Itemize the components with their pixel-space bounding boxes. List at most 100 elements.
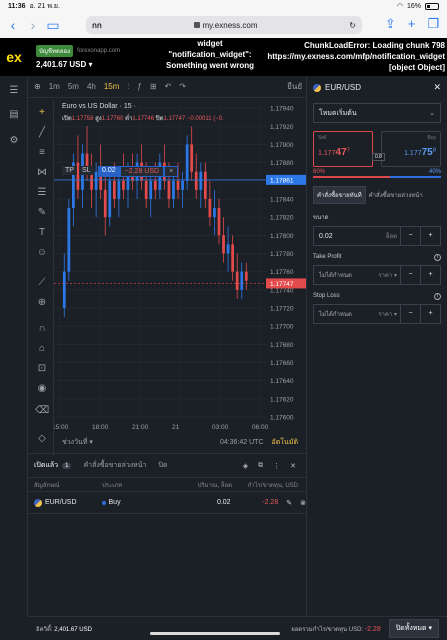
magnet-icon[interactable]: ∩ [35, 322, 49, 336]
x-tick-label: 21:00 [132, 424, 149, 431]
crosshair-icon[interactable]: + [35, 106, 49, 120]
new-tab-icon[interactable]: + [408, 16, 416, 32]
candle [112, 180, 116, 199]
volume-input[interactable]: 0.02 [314, 233, 383, 240]
equity-label: อิควิตี้: [36, 626, 53, 633]
candle [117, 180, 121, 199]
info-icon[interactable]: i [434, 293, 441, 300]
info-icon[interactable]: i [434, 254, 441, 261]
candle [213, 208, 216, 218]
y-tick-label: 1.17660 [270, 360, 294, 367]
date-range-button[interactable]: ช่วงวันที่ ▾ [62, 437, 93, 448]
close-icon[interactable]: ✕ [290, 462, 296, 470]
close-all-button[interactable]: ปิดทั้งหมด ▾ [388, 619, 439, 638]
tab-open-positions[interactable]: เปิดแล้ว 1 [34, 460, 72, 471]
chart-type-icon[interactable]: ⫶ [127, 82, 129, 92]
address-bar[interactable]: กก my.exness.com ↻ [86, 16, 362, 34]
reader-aa-button[interactable]: กก [92, 19, 102, 32]
bookmarks-icon[interactable]: ▭ [46, 17, 60, 34]
account-selector[interactable]: บัญชีทดลอง forexonapp.com 2,401.67 USD ▾ [36, 45, 120, 69]
sell-price-fraction: 7 [346, 147, 350, 154]
auto-scale-button[interactable]: อัตโนมัติ [272, 437, 298, 448]
buy-label: Buy [427, 135, 436, 141]
sell-price-prefix: 1.177 [318, 150, 336, 157]
tf-5m[interactable]: 5m [68, 82, 79, 91]
tp-decrease-button[interactable]: − [400, 266, 420, 284]
sl-button[interactable]: SL [78, 166, 94, 175]
lock-icon [193, 22, 200, 28]
chevron-down-icon: ▾ [88, 60, 93, 69]
fib-icon[interactable]: ☰ [35, 186, 49, 200]
add-indicator-icon[interactable]: ⊕ [34, 82, 41, 91]
horizontal-lines-icon[interactable]: ≡ [35, 146, 49, 160]
visibility-icon[interactable]: ◈ [243, 462, 248, 470]
ruler-icon[interactable]: ⟋ [35, 276, 49, 290]
tf-4h[interactable]: 4h [87, 82, 96, 91]
brush-icon[interactable]: ✎ [35, 206, 49, 220]
back-icon[interactable]: ‹ [6, 17, 20, 33]
forward-icon[interactable]: › [26, 17, 40, 33]
redo-icon[interactable]: ↷ [179, 82, 186, 91]
layers-icon[interactable]: ⧉ [258, 462, 263, 470]
tab-pending-orders[interactable]: คำสั่งซื้อขายล่วงหน้า [83, 460, 146, 471]
lock-drawings-icon[interactable]: ⌂ [35, 342, 49, 356]
tp-increase-button[interactable]: + [420, 266, 440, 284]
tabs-icon[interactable]: ❐ [427, 16, 439, 32]
table-row[interactable]: EUR/USD Buy 0.02 -2.28 ✎ ⊗ [28, 492, 306, 514]
stop-loss-unit[interactable]: ราคา ▾ [375, 309, 400, 319]
volume-decrease-button[interactable]: − [400, 227, 420, 245]
close-icon[interactable]: ✕ [433, 82, 441, 93]
position-line-label[interactable]: 0.02 −2.28 USD × [98, 166, 179, 177]
reload-icon[interactable]: ↻ [349, 21, 356, 30]
order-mode-select[interactable]: โหมดเริ่มต้น ⌄ [313, 103, 441, 123]
layout-icon[interactable]: ⊞ [150, 82, 157, 91]
candle [235, 271, 239, 290]
demo-badge: บัญชีทดลอง [36, 45, 74, 57]
y-tick-label: 1.17700 [270, 324, 294, 331]
chart-title: Euro vs US Dollar · 15 · [62, 103, 136, 110]
indicators-icon[interactable]: ƒ [137, 82, 141, 91]
tp-button[interactable]: TP [62, 166, 77, 175]
zoom-icon[interactable]: ⊕ [35, 296, 49, 310]
close-position-icon[interactable]: ⊗ [300, 499, 306, 507]
sl-decrease-button[interactable]: − [400, 305, 420, 323]
emoji-icon[interactable]: ☺ [35, 246, 49, 260]
row-volume: 0.02 [216, 499, 231, 506]
tf-15m[interactable]: 15m [104, 82, 120, 91]
take-profit-unit[interactable]: ราคา ▾ [375, 270, 400, 280]
confirm-button[interactable]: ยืนยั [287, 80, 302, 93]
tab-market-order[interactable]: คำสั่งซื้อขายทันที [313, 186, 366, 204]
take-profit-input[interactable]: ไม่ได้กำหนด [314, 270, 375, 280]
tf-1m[interactable]: 1m [49, 82, 60, 91]
text-icon[interactable]: T [35, 226, 49, 240]
price-chart[interactable]: 1.179401.179201.179001.178801.178601.178… [54, 99, 306, 431]
menu-icon[interactable]: ☰ [7, 84, 21, 98]
buy-button[interactable]: Buy 1.177758 [381, 131, 441, 167]
sl-increase-button[interactable]: + [420, 305, 440, 323]
undo-icon[interactable]: ↶ [165, 82, 172, 91]
pattern-icon[interactable]: ⋈ [35, 166, 49, 180]
stop-loss-input[interactable]: ไม่ได้กำหนด [314, 309, 375, 319]
share-icon[interactable]: ⇪ [385, 16, 396, 32]
exness-logo[interactable]: ex [0, 38, 28, 76]
diamond-icon[interactable]: ◇ [35, 432, 49, 446]
tab-pending-order[interactable]: คำสั่งซื้อขายล่วงหน้า [366, 186, 426, 204]
url-text: my.exness.com [202, 20, 258, 30]
settings-icon[interactable]: ⚙ [7, 134, 21, 148]
open-count-badge: 1 [62, 462, 72, 469]
position-price-label: 1.17861 [270, 177, 294, 184]
eurusd-flag-icon [34, 498, 42, 507]
trend-line-icon[interactable]: ╱ [35, 126, 49, 140]
volume-increase-button[interactable]: + [420, 227, 440, 245]
close-position-icon[interactable]: × [164, 166, 179, 177]
calendar-icon[interactable]: ▤ [7, 108, 21, 122]
candle [67, 208, 71, 272]
edit-icon[interactable]: ✎ [286, 499, 292, 507]
tab-closed[interactable]: ปิด [159, 460, 168, 471]
more-icon[interactable]: ⋮ [273, 462, 280, 470]
trash-icon[interactable]: ⌫ [35, 404, 49, 418]
visibility-icon[interactable]: ◉ [35, 382, 49, 396]
sell-button[interactable]: Sell 1.177477 [313, 131, 373, 167]
lock-icon[interactable]: ⊡ [35, 362, 49, 376]
total-pl-value: -2.28 [364, 625, 381, 633]
